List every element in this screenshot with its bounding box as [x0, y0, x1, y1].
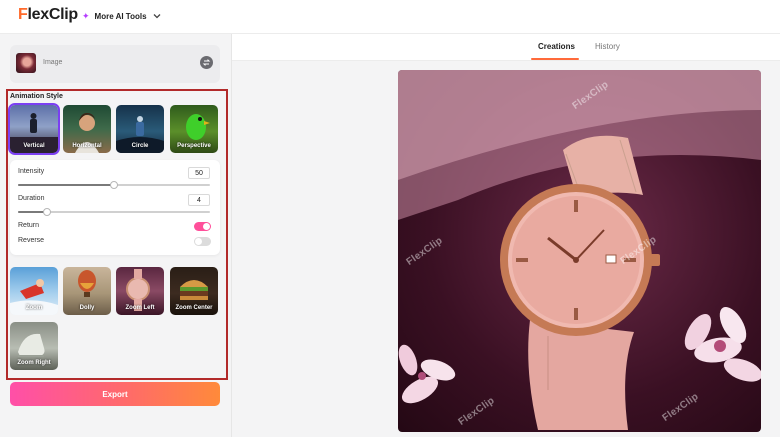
- style-label-zoom-left: Zoom Left: [125, 305, 155, 311]
- swap-icon: [202, 59, 211, 66]
- return-toggle[interactable]: [194, 222, 211, 231]
- flexclip-logo[interactable]: FlexClip: [18, 6, 78, 24]
- style-zoom-center[interactable]: Zoom Center: [170, 267, 218, 315]
- style-zoom[interactable]: Zoom: [10, 267, 58, 315]
- style-label-vertical: Vertical: [23, 143, 45, 149]
- flower-left-art: [398, 344, 456, 404]
- intensity-slider-fill: [18, 184, 114, 186]
- style-circle[interactable]: Circle: [116, 105, 164, 153]
- style-dolly[interactable]: Dolly: [63, 267, 111, 315]
- top-bar: FlexClip ✦ More AI Tools: [0, 0, 780, 34]
- source-image-thumbnail: [16, 53, 36, 73]
- style-label-dolly: Dolly: [79, 305, 95, 311]
- main-area: Creations History FlexClip FlexClip Flex…: [232, 34, 780, 437]
- active-tab-indicator: [531, 58, 579, 60]
- animation-style-title: Animation Style: [10, 93, 63, 100]
- return-toggle-knob: [203, 223, 210, 230]
- style-label-horizontal: Horizontal: [72, 143, 102, 149]
- reverse-label: Reverse: [18, 237, 45, 244]
- chevron-down-icon: [153, 14, 161, 19]
- style-label-zoom-right: Zoom Right: [17, 360, 51, 366]
- style-zoom-right[interactable]: Zoom Right: [10, 322, 58, 370]
- watch-photo-art: [398, 70, 761, 430]
- style-label-zoom-center: Zoom Center: [175, 305, 213, 311]
- style-label-circle: Circle: [131, 143, 149, 149]
- export-button[interactable]: Export: [10, 382, 220, 406]
- intensity-value-input[interactable]: 50: [188, 167, 210, 179]
- style-zoom-left[interactable]: Zoom Left: [116, 267, 164, 315]
- logo-letter: F: [18, 6, 28, 23]
- intensity-slider-track[interactable]: [18, 181, 210, 189]
- intensity-slider-handle[interactable]: [110, 181, 118, 189]
- logo-text: lexClip: [27, 6, 78, 23]
- image-label: Image: [43, 59, 63, 66]
- more-ai-tools-menu[interactable]: ✦ More AI Tools: [82, 11, 162, 21]
- duration-slider-track[interactable]: [18, 208, 210, 216]
- reverse-toggle-knob: [195, 238, 202, 245]
- replace-image-button[interactable]: [200, 56, 213, 69]
- animation-settings-card: Intensity 50 Duration 4 Return Reverse: [10, 160, 220, 255]
- style-label-zoom: Zoom: [25, 305, 43, 311]
- return-label: Return: [18, 222, 40, 229]
- duration-slider-handle[interactable]: [43, 208, 51, 216]
- duration-value-input[interactable]: 4: [188, 194, 210, 206]
- style-label-perspective: Perspective: [177, 143, 211, 149]
- duration-label: Duration: [18, 195, 45, 202]
- image-source-card[interactable]: Image: [10, 45, 220, 83]
- more-ai-tools-label: More AI Tools: [94, 11, 147, 21]
- tab-history[interactable]: History: [595, 42, 620, 51]
- flower-right-art: [684, 306, 761, 382]
- sparkle-icon: ✦: [82, 10, 90, 21]
- style-horizontal[interactable]: Horizontal: [63, 105, 111, 153]
- intensity-label: Intensity: [18, 168, 45, 175]
- tab-creations[interactable]: Creations: [538, 42, 575, 51]
- style-vertical[interactable]: Vertical: [8, 103, 60, 155]
- reverse-toggle[interactable]: [194, 237, 211, 246]
- style-perspective[interactable]: Perspective: [170, 105, 218, 153]
- result-preview-image[interactable]: FlexClip FlexClip FlexClip FlexClip Flex…: [398, 70, 761, 432]
- results-tabs: Creations History: [232, 34, 780, 61]
